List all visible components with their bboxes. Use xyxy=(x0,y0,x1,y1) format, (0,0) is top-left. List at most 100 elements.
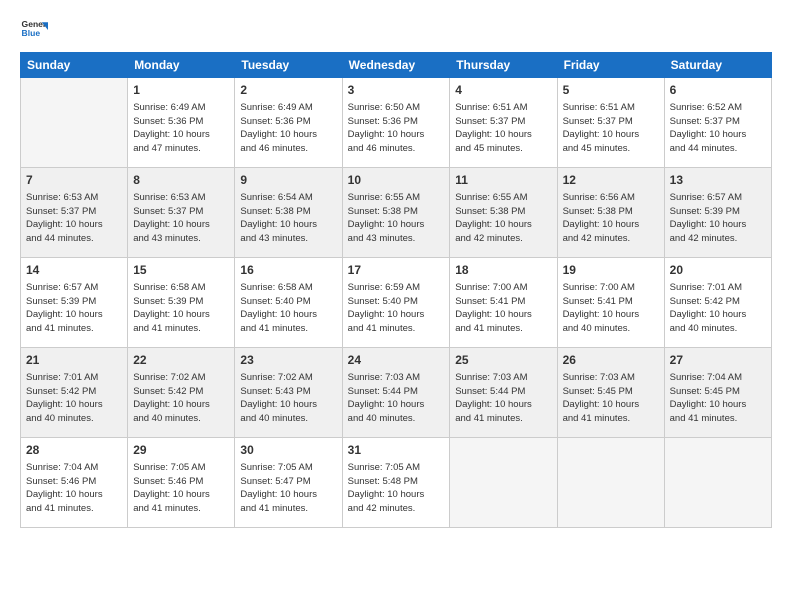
day-number: 20 xyxy=(670,262,766,279)
calendar-cell: 11Sunrise: 6:55 AM Sunset: 5:38 PM Dayli… xyxy=(450,168,557,258)
calendar-cell: 17Sunrise: 6:59 AM Sunset: 5:40 PM Dayli… xyxy=(342,258,450,348)
calendar-cell: 27 Sunrise: 7:04 AM Sunset: 5:45 PM Dayli… xyxy=(664,348,771,438)
day-number: 3 xyxy=(348,82,445,99)
day-number: 24 xyxy=(348,352,445,369)
day-number: 2 xyxy=(240,82,336,99)
calendar-cell: 28 Sunrise: 7:04 AM Sunset: 5:46 PM Dayli… xyxy=(21,438,128,528)
calendar-cell xyxy=(450,438,557,528)
day-number: 4 xyxy=(455,82,551,99)
svg-text:Blue: Blue xyxy=(22,28,41,38)
day-info: Sunrise: 6:55 AM Sunset: 5:38 PM Dayligh… xyxy=(455,191,551,246)
day-info: Sunrise: 6:50 AM Sunset: 5:36 PM Dayligh… xyxy=(348,101,445,156)
page-header: General Blue xyxy=(20,16,772,44)
day-number: 27 xyxy=(670,352,766,369)
calendar-cell: 8 Sunrise: 6:53 AM Sunset: 5:37 PM Daylig… xyxy=(128,168,235,258)
calendar-cell: 15Sunrise: 6:58 AM Sunset: 5:39 PM Dayli… xyxy=(128,258,235,348)
page-container: General Blue SundayMondayTuesdayWednesda… xyxy=(0,0,792,538)
day-number: 12 xyxy=(563,172,659,189)
day-number: 13 xyxy=(670,172,766,189)
day-number: 6 xyxy=(670,82,766,99)
day-info: Sunrise: 6:58 AM Sunset: 5:40 PM Dayligh… xyxy=(240,281,336,336)
calendar-cell: 21 Sunrise: 7:01 AM Sunset: 5:42 PM Dayli… xyxy=(21,348,128,438)
calendar-cell: 5 Sunrise: 6:51 AM Sunset: 5:37 PM Daylig… xyxy=(557,78,664,168)
day-info: Sunrise: 7:02 AM Sunset: 5:43 PM Dayligh… xyxy=(240,371,336,426)
calendar-cell: 13 Sunrise: 6:57 AM Sunset: 5:39 PM Dayli… xyxy=(664,168,771,258)
day-number: 8 xyxy=(133,172,229,189)
calendar-cell: 20 Sunrise: 7:01 AM Sunset: 5:42 PM Dayli… xyxy=(664,258,771,348)
calendar-cell: 19Sunrise: 7:00 AM Sunset: 5:41 PM Dayli… xyxy=(557,258,664,348)
day-number: 25 xyxy=(455,352,551,369)
day-info: Sunrise: 7:00 AM Sunset: 5:41 PM Dayligh… xyxy=(455,281,551,336)
weekday-header-friday: Friday xyxy=(557,53,664,78)
day-number: 1 xyxy=(133,82,229,99)
weekday-header-sunday: Sunday xyxy=(21,53,128,78)
calendar-cell: 30 Sunrise: 7:05 AM Sunset: 5:47 PM Dayli… xyxy=(235,438,342,528)
day-info: Sunrise: 7:03 AM Sunset: 5:45 PM Dayligh… xyxy=(563,371,659,426)
day-info: Sunrise: 7:01 AM Sunset: 5:42 PM Dayligh… xyxy=(26,371,122,426)
day-info: Sunrise: 6:51 AM Sunset: 5:37 PM Dayligh… xyxy=(455,101,551,156)
calendar-cell: 26 Sunrise: 7:03 AM Sunset: 5:45 PM Dayli… xyxy=(557,348,664,438)
day-info: Sunrise: 6:49 AM Sunset: 5:36 PM Dayligh… xyxy=(240,101,336,156)
calendar-cell: 24 Sunrise: 7:03 AM Sunset: 5:44 PM Dayli… xyxy=(342,348,450,438)
calendar-header-row: SundayMondayTuesdayWednesdayThursdayFrid… xyxy=(21,53,772,78)
day-number: 28 xyxy=(26,442,122,459)
calendar-week-row: 1 Sunrise: 6:49 AM Sunset: 5:36 PM Daylig… xyxy=(21,78,772,168)
day-info: Sunrise: 7:04 AM Sunset: 5:45 PM Dayligh… xyxy=(670,371,766,426)
day-info: Sunrise: 6:57 AM Sunset: 5:39 PM Dayligh… xyxy=(670,191,766,246)
logo: General Blue xyxy=(20,16,52,44)
calendar-cell: 25 Sunrise: 7:03 AM Sunset: 5:44 PM Dayli… xyxy=(450,348,557,438)
day-number: 30 xyxy=(240,442,336,459)
day-info: Sunrise: 6:51 AM Sunset: 5:37 PM Dayligh… xyxy=(563,101,659,156)
weekday-header-saturday: Saturday xyxy=(664,53,771,78)
day-info: Sunrise: 7:03 AM Sunset: 5:44 PM Dayligh… xyxy=(455,371,551,426)
weekday-header-thursday: Thursday xyxy=(450,53,557,78)
day-info: Sunrise: 7:03 AM Sunset: 5:44 PM Dayligh… xyxy=(348,371,445,426)
day-info: Sunrise: 6:59 AM Sunset: 5:40 PM Dayligh… xyxy=(348,281,445,336)
calendar-week-row: 7Sunrise: 6:53 AM Sunset: 5:37 PM Daylig… xyxy=(21,168,772,258)
weekday-header-tuesday: Tuesday xyxy=(235,53,342,78)
day-info: Sunrise: 7:05 AM Sunset: 5:46 PM Dayligh… xyxy=(133,461,229,516)
calendar-cell: 7Sunrise: 6:53 AM Sunset: 5:37 PM Daylig… xyxy=(21,168,128,258)
day-info: Sunrise: 6:53 AM Sunset: 5:37 PM Dayligh… xyxy=(26,191,122,246)
day-info: Sunrise: 6:52 AM Sunset: 5:37 PM Dayligh… xyxy=(670,101,766,156)
day-number: 23 xyxy=(240,352,336,369)
day-info: Sunrise: 7:00 AM Sunset: 5:41 PM Dayligh… xyxy=(563,281,659,336)
day-number: 14 xyxy=(26,262,122,279)
calendar-cell xyxy=(21,78,128,168)
calendar-cell: 31 Sunrise: 7:05 AM Sunset: 5:48 PM Dayli… xyxy=(342,438,450,528)
calendar-week-row: 14 Sunrise: 6:57 AM Sunset: 5:39 PM Dayli… xyxy=(21,258,772,348)
day-info: Sunrise: 6:57 AM Sunset: 5:39 PM Dayligh… xyxy=(26,281,122,336)
day-number: 18 xyxy=(455,262,551,279)
day-info: Sunrise: 6:55 AM Sunset: 5:38 PM Dayligh… xyxy=(348,191,445,246)
calendar-cell: 1 Sunrise: 6:49 AM Sunset: 5:36 PM Daylig… xyxy=(128,78,235,168)
day-number: 21 xyxy=(26,352,122,369)
calendar-table: SundayMondayTuesdayWednesdayThursdayFrid… xyxy=(20,52,772,528)
day-info: Sunrise: 6:56 AM Sunset: 5:38 PM Dayligh… xyxy=(563,191,659,246)
calendar-cell: 12 Sunrise: 6:56 AM Sunset: 5:38 PM Dayli… xyxy=(557,168,664,258)
day-info: Sunrise: 7:05 AM Sunset: 5:47 PM Dayligh… xyxy=(240,461,336,516)
calendar-cell: 14 Sunrise: 6:57 AM Sunset: 5:39 PM Dayli… xyxy=(21,258,128,348)
calendar-cell: 4 Sunrise: 6:51 AM Sunset: 5:37 PM Daylig… xyxy=(450,78,557,168)
calendar-cell: 3 Sunrise: 6:50 AM Sunset: 5:36 PM Daylig… xyxy=(342,78,450,168)
logo-icon: General Blue xyxy=(20,16,48,44)
calendar-cell xyxy=(664,438,771,528)
calendar-week-row: 28 Sunrise: 7:04 AM Sunset: 5:46 PM Dayli… xyxy=(21,438,772,528)
calendar-cell: 16Sunrise: 6:58 AM Sunset: 5:40 PM Dayli… xyxy=(235,258,342,348)
day-number: 26 xyxy=(563,352,659,369)
calendar-week-row: 21 Sunrise: 7:01 AM Sunset: 5:42 PM Dayli… xyxy=(21,348,772,438)
calendar-cell: 23 Sunrise: 7:02 AM Sunset: 5:43 PM Dayli… xyxy=(235,348,342,438)
calendar-cell xyxy=(557,438,664,528)
day-info: Sunrise: 6:49 AM Sunset: 5:36 PM Dayligh… xyxy=(133,101,229,156)
day-info: Sunrise: 6:53 AM Sunset: 5:37 PM Dayligh… xyxy=(133,191,229,246)
calendar-cell: 2 Sunrise: 6:49 AM Sunset: 5:36 PM Daylig… xyxy=(235,78,342,168)
day-info: Sunrise: 7:05 AM Sunset: 5:48 PM Dayligh… xyxy=(348,461,445,516)
day-info: Sunrise: 6:58 AM Sunset: 5:39 PM Dayligh… xyxy=(133,281,229,336)
day-info: Sunrise: 7:01 AM Sunset: 5:42 PM Dayligh… xyxy=(670,281,766,336)
day-info: Sunrise: 6:54 AM Sunset: 5:38 PM Dayligh… xyxy=(240,191,336,246)
day-number: 5 xyxy=(563,82,659,99)
day-info: Sunrise: 7:04 AM Sunset: 5:46 PM Dayligh… xyxy=(26,461,122,516)
calendar-cell: 9 Sunrise: 6:54 AM Sunset: 5:38 PM Daylig… xyxy=(235,168,342,258)
day-number: 31 xyxy=(348,442,445,459)
day-info: Sunrise: 7:02 AM Sunset: 5:42 PM Dayligh… xyxy=(133,371,229,426)
day-number: 9 xyxy=(240,172,336,189)
